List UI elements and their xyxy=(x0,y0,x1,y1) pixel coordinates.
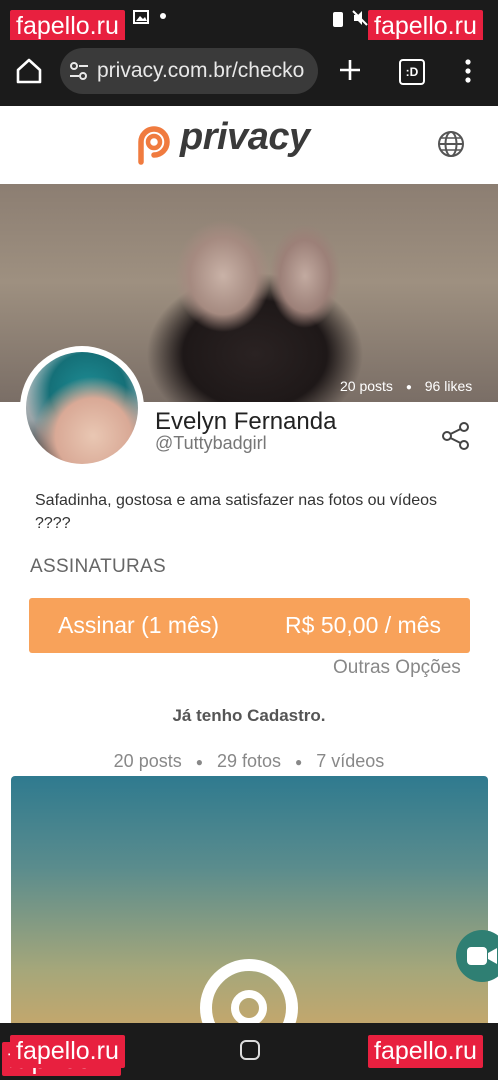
privacy-logo-icon[interactable] xyxy=(132,120,176,166)
other-options-link[interactable]: Outras Opções xyxy=(333,657,461,679)
battery-saver-icon xyxy=(333,12,343,27)
videos-count-tab[interactable]: 7 vídeos xyxy=(316,751,384,771)
address-bar[interactable]: privacy.com.br/checko xyxy=(60,48,318,94)
subscribe-plan-label: Assinar (1 mês) xyxy=(58,612,220,638)
photos-count-tab[interactable]: 29 fotos xyxy=(217,751,281,771)
avatar[interactable] xyxy=(26,352,138,464)
home-icon[interactable] xyxy=(15,57,43,85)
count-separator: ● xyxy=(195,755,203,770)
home-nav-icon[interactable] xyxy=(240,1040,260,1060)
subscriptions-title: ASSINATURAS xyxy=(30,556,166,577)
posts-stat: 20 posts xyxy=(340,378,393,394)
new-tab-icon[interactable] xyxy=(338,58,362,82)
cover-stats: 20 posts ● 96 likes xyxy=(340,378,472,394)
login-link[interactable]: Já tenho Cadastro. xyxy=(0,706,498,726)
likes-stat: 96 likes xyxy=(424,378,473,394)
site-settings-icon[interactable] xyxy=(68,60,90,82)
watermark-bottom-left-inner: fapello.ru xyxy=(10,1035,125,1068)
subscribe-button[interactable]: Assinar (1 mês) R$ 50,00 / mês xyxy=(29,598,470,653)
menu-kebab-icon[interactable] xyxy=(462,58,474,84)
tab-switcher-button[interactable]: :D xyxy=(399,59,425,85)
share-icon[interactable] xyxy=(441,421,471,451)
stat-separator: ● xyxy=(405,381,412,393)
gallery-icon xyxy=(133,10,149,24)
globe-icon[interactable] xyxy=(436,129,466,159)
profile-handle: @Tuttybadgirl xyxy=(155,433,267,453)
profile-bio: Safadinha, gostosa e ama satisfazer nas … xyxy=(35,492,438,532)
profile-name: Evelyn Fernanda xyxy=(155,408,337,435)
logo-text[interactable]: privacy xyxy=(180,116,310,159)
video-camera-icon xyxy=(467,947,497,965)
watermark-top-left: fapello.ru xyxy=(10,10,125,43)
watermark-bottom-right: fapello.ru xyxy=(368,1035,483,1068)
mute-icon xyxy=(352,10,368,26)
watermark-top-right: fapello.ru xyxy=(368,10,483,43)
subscribe-plan-price: R$ 50,00 / mês xyxy=(285,612,441,638)
count-separator: ● xyxy=(295,755,303,770)
posts-count-tab[interactable]: 20 posts xyxy=(114,751,182,771)
locked-media-icon-center xyxy=(231,990,267,1026)
url-text[interactable]: privacy.com.br/checko xyxy=(97,59,304,83)
content-counts: 20 posts ● 29 fotos ● 7 vídeos xyxy=(0,751,498,772)
notification-dot-icon xyxy=(160,13,166,19)
